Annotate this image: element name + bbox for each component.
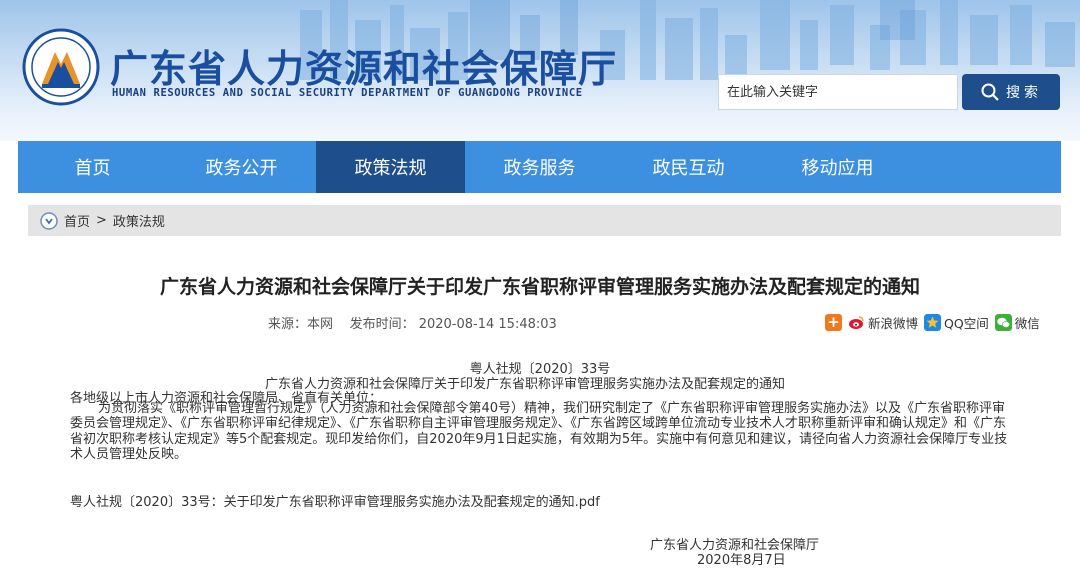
qzone-icon: [924, 314, 942, 331]
share-qzone[interactable]: QQ空间: [924, 313, 989, 332]
plus-icon: +: [825, 314, 842, 331]
search-input[interactable]: [718, 74, 958, 110]
share-wechat[interactable]: 微信: [994, 313, 1040, 332]
breadcrumb-current[interactable]: 政策法规: [113, 211, 165, 230]
site-title: 广东省人力资源和社会保障厅: [110, 46, 618, 91]
nav-item-policies[interactable]: 政策法规: [316, 141, 465, 193]
signature-date: 2020年8月7日: [697, 553, 786, 568]
body-paragraph: 为贯彻落实《职称评审管理暂行规定》（人力资源和社会保障部令第40号）精神，我们研…: [70, 401, 1008, 462]
breadcrumb: 首页 > 政策法规: [28, 205, 1061, 236]
weibo-icon: [849, 316, 864, 329]
location-arrow-icon: [40, 211, 58, 230]
share-weibo[interactable]: 新浪微博: [848, 313, 918, 332]
article-title: 广东省人力资源和社会保障厅关于印发广东省职称评审管理服务实施办法及配套规定的通知: [159, 276, 920, 298]
search-icon: [981, 83, 999, 101]
published-value: 2020-08-14 15:48:03: [418, 317, 557, 332]
search-button-label: 搜索: [1006, 85, 1042, 101]
source-label: 来源：: [268, 317, 308, 332]
site-subtitle: HUMAN RESOURCES AND SOCIAL SECURITY DEPA…: [112, 87, 583, 99]
nav-item-mobile-apps[interactable]: 移动应用: [763, 141, 912, 193]
nav-item-interaction[interactable]: 政民互动: [614, 141, 763, 193]
share-more[interactable]: +: [825, 314, 842, 331]
search-button[interactable]: 搜索: [962, 74, 1060, 110]
nav-item-home[interactable]: 首页: [18, 141, 167, 193]
share-qzone-label: QQ空间: [944, 316, 989, 331]
share-weibo-label: 新浪微博: [868, 316, 919, 331]
main-nav: 首页 政务公开 政策法规 政务服务 政民互动 移动应用: [18, 141, 1061, 193]
share-bar: + 新浪微博 QQ空间 微信: [825, 313, 1040, 332]
site-header: 广东省人力资源和社会保障厅 HUMAN RESOURCES AND SOCIAL…: [0, 0, 1080, 141]
published-label: 发布时间：: [349, 317, 415, 332]
nav-item-services[interactable]: 政务服务: [465, 141, 614, 193]
breadcrumb-separator: >: [96, 213, 107, 228]
wechat-icon: [994, 314, 1012, 331]
share-wechat-label: 微信: [1014, 316, 1040, 331]
breadcrumb-home[interactable]: 首页: [64, 211, 90, 230]
nav-item-government-affairs[interactable]: 政务公开: [167, 141, 316, 193]
article-meta: 来源：本网 发布时间： 2020-08-14 15:48:03: [268, 313, 557, 332]
department-logo: [22, 28, 100, 106]
source-value: 本网: [307, 317, 334, 332]
attachment-link[interactable]: 粤人社规〔2020〕33号：关于印发广东省职称评审管理服务实施办法及配套规定的通…: [70, 491, 600, 510]
